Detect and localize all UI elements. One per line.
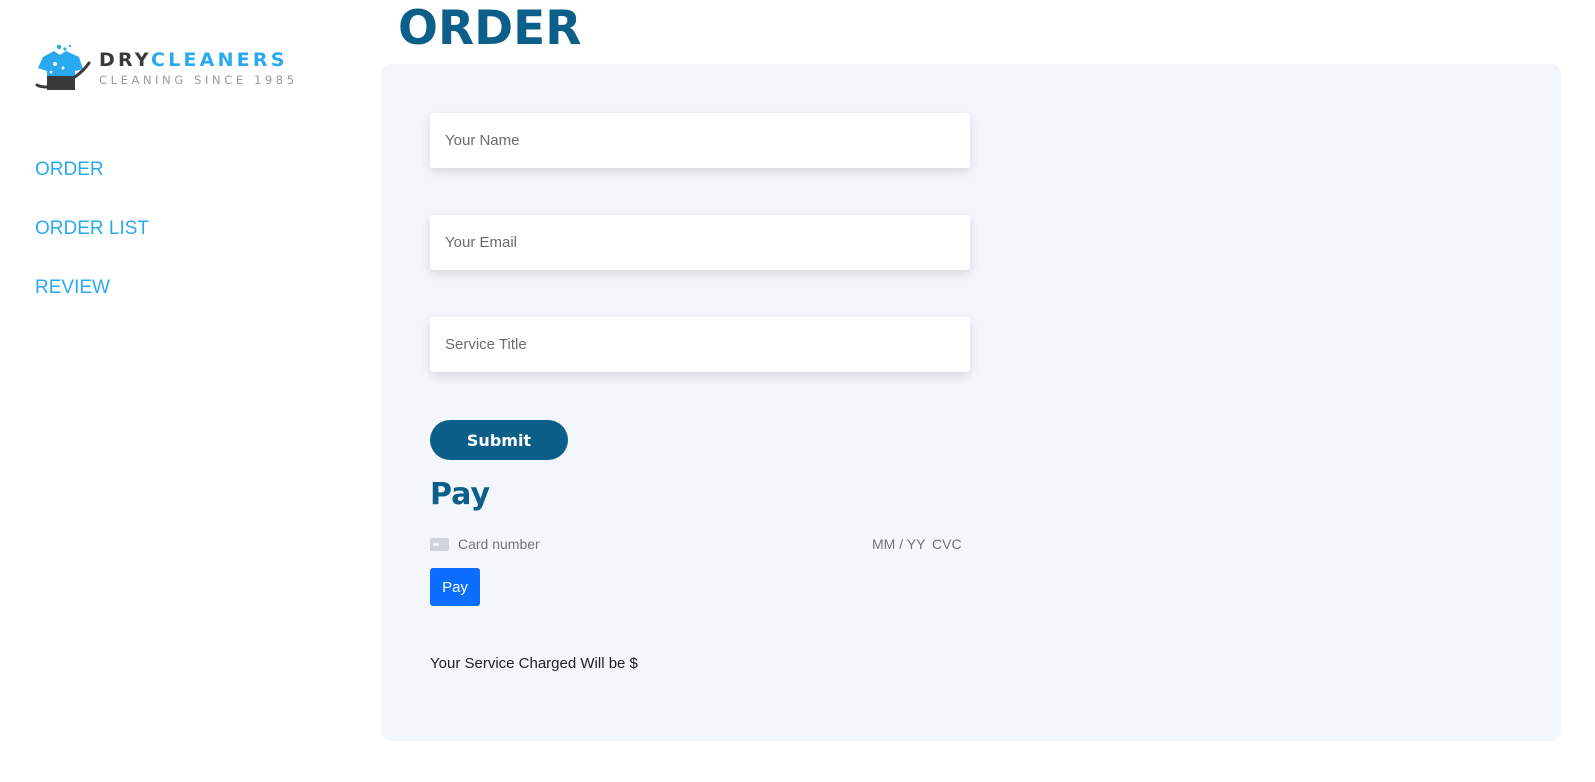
page-title: ORDER [398,1,582,56]
brand-logo[interactable]: DRYCLEANERS CLEANING SINCE 1985 [35,43,298,93]
card-expiry-field[interactable]: MM / YY [872,536,925,552]
brand-name-accent: CLEANERS [151,48,288,71]
shirt-logo-icon [35,43,91,93]
pay-button[interactable]: Pay [430,568,480,606]
submit-button[interactable]: Submit [430,420,568,460]
sidebar: DRYCLEANERS CLEANING SINCE 1985 ORDER OR… [0,0,380,782]
brand-name-dark: DRY [99,48,152,71]
card-input[interactable]: Card number MM / YY CVC [430,534,962,554]
service-charge-text: Your Service Charged Will be $ [430,655,638,672]
sidebar-nav: ORDER ORDER LIST REVIEW [35,156,149,333]
sidebar-item-order-list[interactable]: ORDER LIST [35,215,149,274]
sidebar-item-order[interactable]: ORDER [35,156,149,215]
credit-card-icon [430,538,449,551]
card-number-field[interactable]: Card number [458,536,540,552]
brand-text: DRYCLEANERS CLEANING SINCE 1985 [99,49,298,88]
sidebar-item-review[interactable]: REVIEW [35,274,149,333]
pay-heading: Pay [430,477,491,512]
order-panel: Submit Pay Card number MM / YY CVC Pay Y… [381,64,1561,741]
email-field[interactable] [430,215,970,270]
card-cvc-field[interactable]: CVC [932,536,962,552]
brand-tagline: CLEANING SINCE 1985 [99,72,298,87]
service-title-field[interactable] [430,317,970,372]
brand-name: DRYCLEANERS [99,49,298,71]
name-field[interactable] [430,113,970,168]
